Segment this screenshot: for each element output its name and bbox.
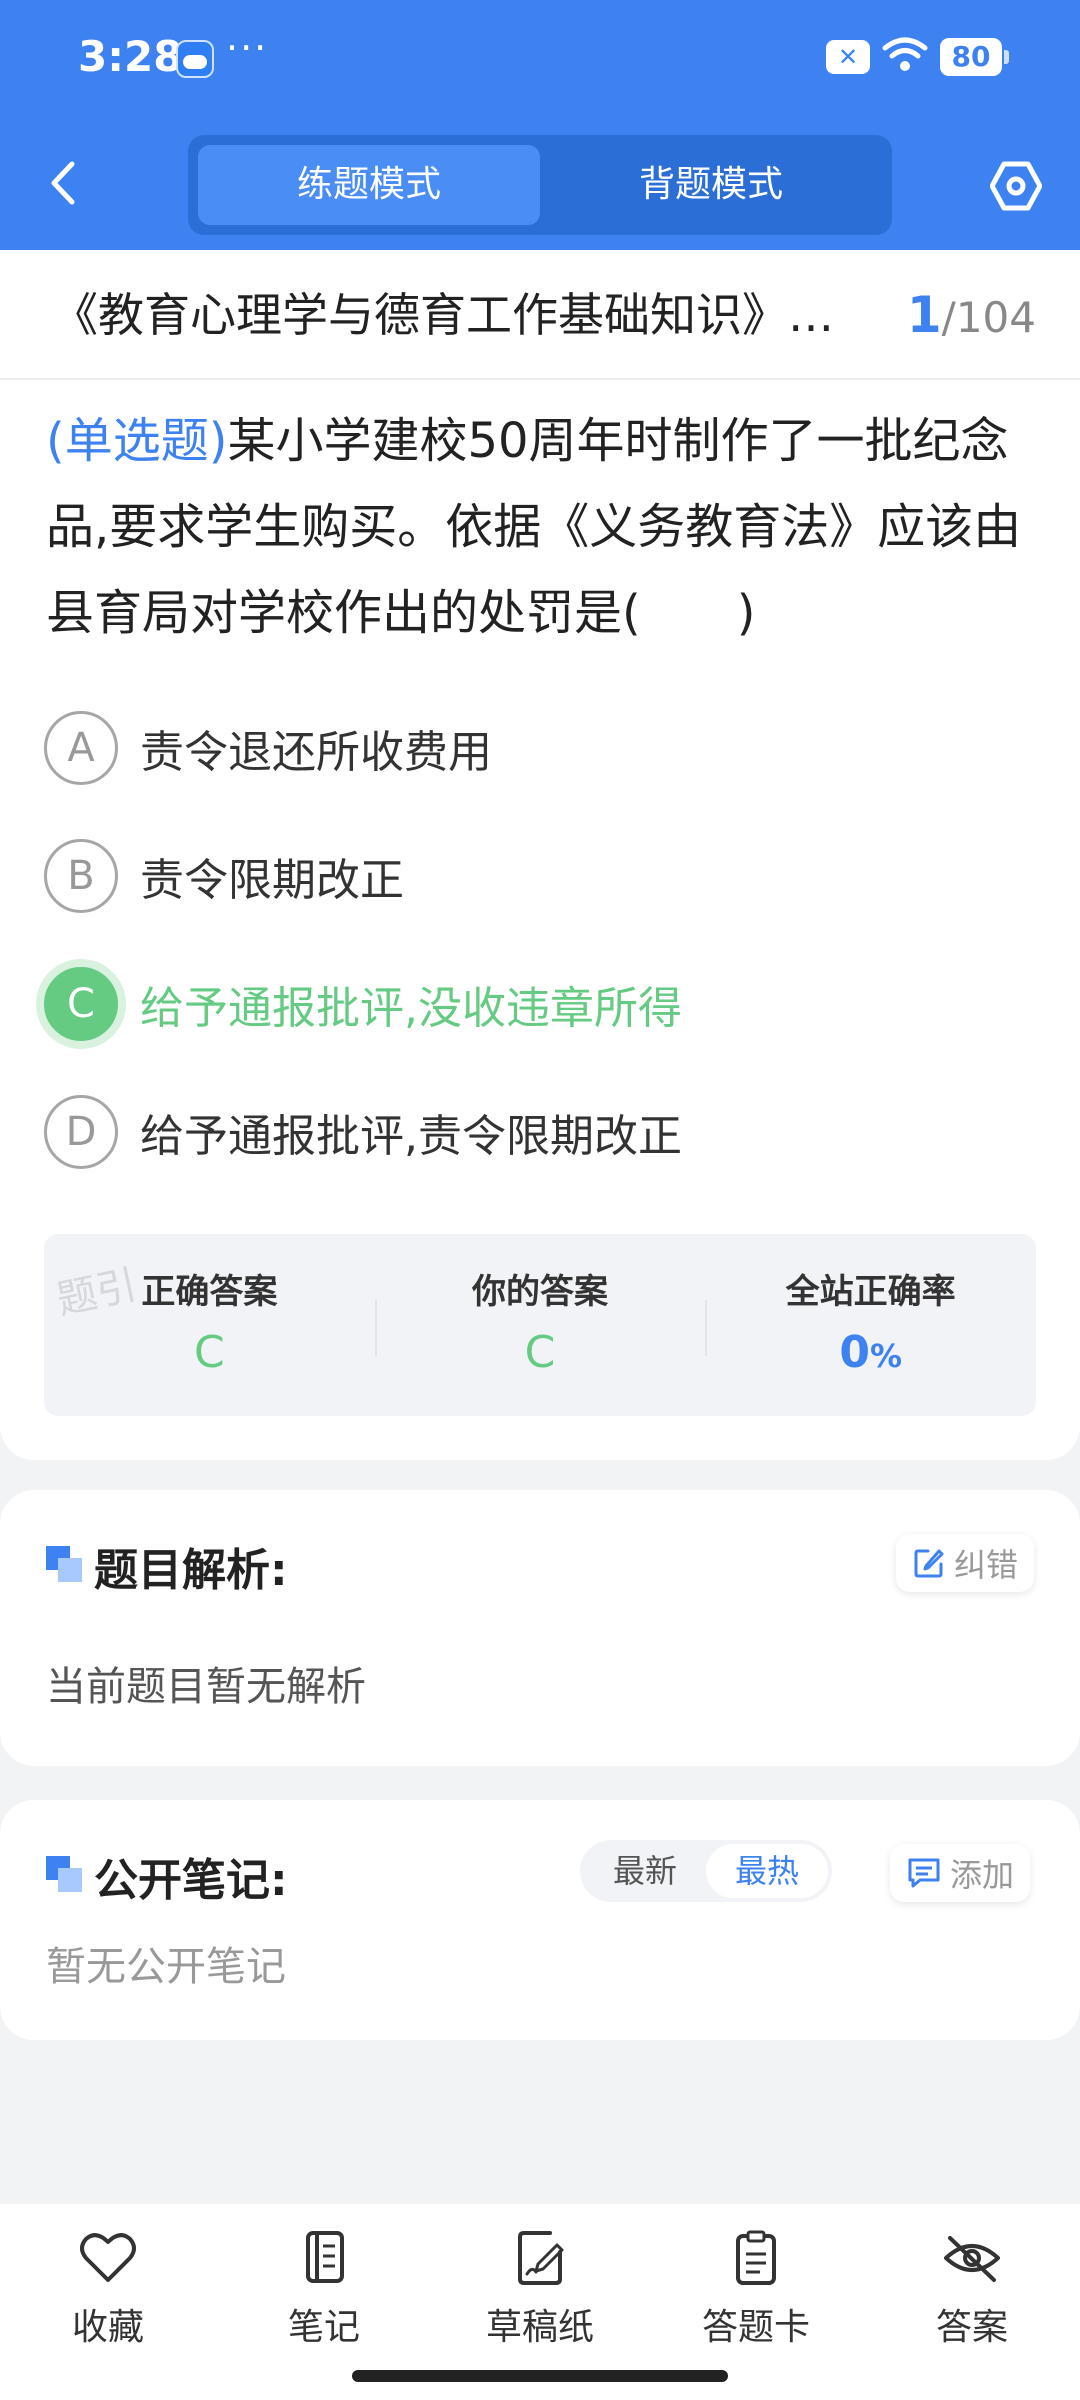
answer-card-icon — [736, 2230, 776, 2285]
exam-title: 《教育心理学与德育工作基础知识》试题 — [52, 288, 872, 342]
option-text: 给予通报批评,没收违章所得 — [140, 983, 682, 1034]
notebook-icon — [306, 2231, 344, 2283]
heart-icon — [80, 2233, 136, 2282]
answer-result-panel: 正确答案 C 你的答案 C 全站正确率 0% — [44, 1234, 1036, 1416]
your-answer-block: 你的答案 C — [374, 1234, 706, 1416]
your-answer-value: C — [524, 1327, 556, 1378]
question-type: (单选题) — [46, 413, 228, 469]
tab-practice-mode[interactable]: 练题模式 — [198, 145, 540, 225]
edit-icon — [914, 1549, 944, 1578]
report-error-label: 纠错 — [954, 1546, 1019, 1584]
notification-icon: ✕ — [826, 40, 870, 74]
mode-switch: 练题模式 背题模式 — [188, 135, 892, 235]
accuracy-label: 全站正确率 — [785, 1272, 956, 1312]
sort-tab-latest[interactable]: 最新 — [584, 1844, 706, 1898]
notes-label: 笔记 — [287, 2307, 360, 2348]
top-header: 3:28 ··· ✕ 80 练题模式 背题模式 — [0, 0, 1080, 250]
exam-title-bar: 《教育心理学与德育工作基础知识》试题 1/104 — [0, 250, 1080, 380]
option-text: 责令限期改正 — [140, 855, 404, 906]
accuracy-value: 0% — [705, 1327, 1036, 1378]
option-letter: C — [44, 967, 118, 1041]
answer-card-label: 答题卡 — [701, 2307, 810, 2348]
accuracy-block: 全站正确率 0% — [705, 1234, 1036, 1416]
eye-off-icon — [944, 2236, 1000, 2282]
home-indicator[interactable] — [352, 2370, 728, 2382]
analysis-content: 当前题目暂无解析 — [46, 1664, 366, 1710]
favorite-label: 收藏 — [71, 2307, 144, 2348]
comment-icon — [908, 1858, 940, 1888]
draft-icon — [518, 2231, 564, 2285]
settings-icon[interactable] — [990, 160, 1042, 212]
option-c[interactable]: C 给予通报批评,没收违章所得 — [44, 964, 1024, 1044]
current-question-number: 1 — [906, 286, 942, 344]
correct-answer-value: C — [193, 1327, 225, 1378]
option-b[interactable]: B 责令限期改正 — [44, 836, 1024, 916]
option-letter: D — [44, 1095, 118, 1169]
total-question-count: 104 — [955, 293, 1036, 342]
add-note-label: 添加 — [950, 1856, 1015, 1894]
section-marker-icon — [46, 1856, 82, 1892]
add-note-button[interactable]: 添加 — [890, 1844, 1031, 1902]
analysis-title: 题目解析: — [94, 1545, 288, 1596]
draft-paper-label: 草稿纸 — [485, 2307, 594, 2348]
tab-memorize-mode[interactable]: 背题模式 — [540, 145, 882, 225]
option-letter: A — [44, 711, 118, 785]
weather-icon — [176, 40, 214, 78]
question-card: 《教育心理学与德育工作基础知识》试题 1/104 (单选题)某小学建校50周年时… — [0, 250, 1080, 1460]
accuracy-number: 0 — [839, 1327, 870, 1378]
section-marker-icon — [46, 1546, 82, 1582]
status-more-indicator: ··· — [226, 26, 269, 70]
analysis-card: 题目解析: 纠错 当前题目暂无解析 — [0, 1490, 1080, 1766]
public-notes-card: 公开笔记: 最新 最热 添加 暂无公开笔记 — [0, 1800, 1080, 2040]
your-answer-label: 你的答案 — [472, 1272, 608, 1312]
counter-separator: / — [941, 293, 956, 342]
option-a[interactable]: A 责令退还所收费用 — [44, 708, 1024, 788]
battery-indicator: 80 — [940, 38, 1009, 76]
option-d[interactable]: D 给予通报批评,责令限期改正 — [44, 1092, 1024, 1172]
show-answer-button[interactable]: 答案 — [864, 2204, 1080, 2400]
question-counter: 1/104 — [907, 280, 1036, 353]
sort-tab-hottest[interactable]: 最热 — [706, 1844, 828, 1898]
status-time: 3:28 — [78, 32, 183, 81]
option-text: 责令退还所收费用 — [140, 727, 492, 778]
public-notes-title: 公开笔记: — [94, 1855, 288, 1906]
favorite-button[interactable]: 收藏 — [0, 2204, 216, 2400]
show-answer-label: 答案 — [935, 2307, 1008, 2348]
notes-sort-switch: 最新 最热 — [580, 1840, 832, 1902]
notes-empty-text: 暂无公开笔记 — [46, 1944, 286, 1990]
report-error-button[interactable]: 纠错 — [896, 1534, 1035, 1592]
option-text: 给予通报批评,责令限期改正 — [140, 1111, 682, 1162]
option-letter: B — [44, 839, 118, 913]
wifi-icon — [882, 37, 928, 71]
back-icon[interactable] — [44, 158, 84, 208]
accuracy-unit: % — [869, 1337, 903, 1375]
question-stem: (单选题)某小学建校50周年时制作了一批纪念品,要求学生购买。依据《义务教育法》… — [46, 398, 1040, 656]
